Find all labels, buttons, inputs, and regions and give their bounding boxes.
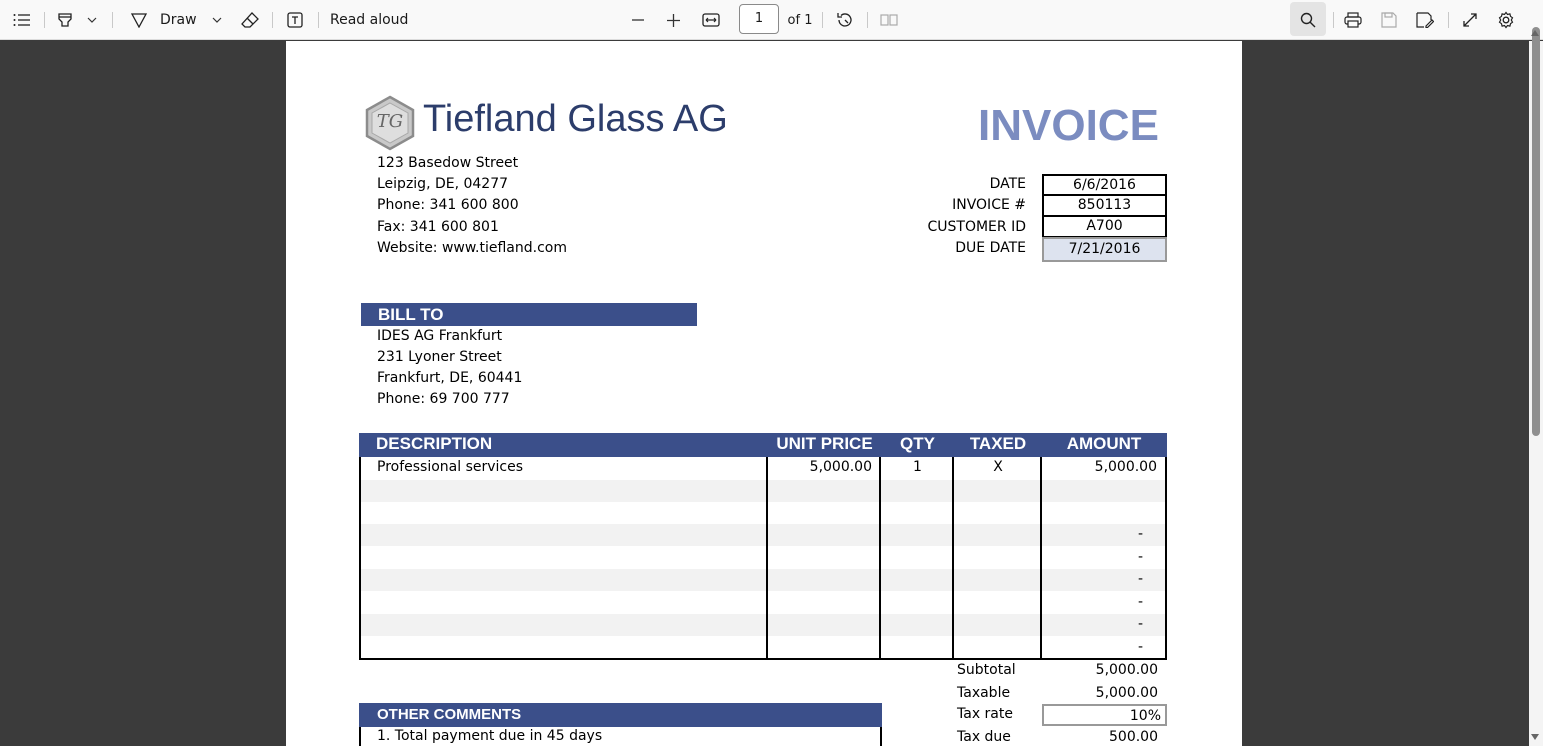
cell-amount: -	[1137, 571, 1143, 587]
meta-label-date: DATE	[989, 176, 1026, 192]
cell-unit-price: 5,000.00	[809, 459, 872, 475]
toolbar-separator	[1448, 12, 1449, 28]
highlight-icon[interactable]	[54, 0, 76, 40]
print-icon[interactable]	[1342, 0, 1364, 40]
totals-label-subtotal: Subtotal	[957, 662, 1016, 678]
toolbar-separator	[822, 12, 823, 28]
meta-label-invoice-number: INVOICE #	[952, 197, 1026, 213]
read-aloud-button[interactable]: Read aloud	[330, 0, 410, 40]
settings-icon[interactable]	[1495, 0, 1517, 40]
totals-value-taxable: 5,000.00	[1095, 685, 1158, 701]
meta-label-due-date: DUE DATE	[955, 240, 1026, 256]
fit-width-icon[interactable]	[700, 0, 722, 40]
cell-taxed: X	[993, 459, 1003, 475]
page-total-label: of 1	[787, 12, 813, 28]
draw-button[interactable]: Draw	[130, 0, 210, 40]
toolbar-separator	[112, 12, 113, 28]
company-logo: TG	[364, 95, 416, 155]
contents-icon[interactable]	[10, 0, 34, 40]
bill-to-phone: Phone: 69 700 777	[377, 391, 510, 407]
col-header-description: DESCRIPTION	[376, 434, 493, 453]
table-border	[952, 457, 954, 660]
comment-line: 1. Total payment due in 45 days	[377, 728, 603, 744]
toolbar-separator	[1333, 12, 1334, 28]
company-address-line: 123 Basedow Street	[377, 155, 519, 171]
toolbar-separator	[318, 12, 319, 28]
table-border	[766, 457, 768, 660]
zoom-out-icon[interactable]	[628, 0, 648, 40]
fullscreen-icon[interactable]	[1460, 0, 1480, 40]
toolbar-separator	[272, 12, 273, 28]
search-icon[interactable]	[1297, 0, 1319, 40]
eraser-icon[interactable]	[239, 0, 261, 40]
page-number-input[interactable]: 1	[739, 4, 779, 34]
toolbar-separator	[867, 12, 868, 28]
two-page-icon[interactable]	[878, 0, 900, 40]
save-icon[interactable]	[1378, 0, 1400, 40]
cell-amount: -	[1137, 549, 1143, 565]
meta-value-date: 6/6/2016	[1042, 174, 1167, 195]
zoom-in-icon[interactable]	[663, 0, 683, 40]
cell-description: Professional services	[377, 459, 524, 475]
table-border	[879, 457, 881, 660]
meta-label-customer-id: CUSTOMER ID	[927, 219, 1027, 235]
scroll-up-arrow-icon[interactable]	[1531, 30, 1539, 36]
table-border	[359, 457, 361, 660]
bill-to-header: BILL TO	[361, 303, 697, 326]
table-row-stripe	[360, 480, 1165, 502]
company-fax: Fax: 341 600 801	[377, 219, 499, 235]
totals-value-tax-rate: 10%	[1042, 704, 1167, 726]
scroll-down-arrow-icon[interactable]	[1531, 734, 1539, 740]
pdf-toolbar: Draw Read aloud 1 of 1	[0, 0, 1543, 40]
bill-to-line: IDES AG Frankfurt	[377, 328, 503, 344]
company-website: Website: www.tiefland.com	[377, 240, 567, 256]
cell-amount: -	[1137, 639, 1143, 655]
company-address-line: Leipzig, DE, 04277	[377, 176, 509, 192]
scrollbar-thumb[interactable]	[1532, 27, 1540, 436]
col-header-taxed: TAXED	[969, 434, 1027, 453]
meta-value-due-date: 7/21/2016	[1042, 237, 1167, 262]
cell-amount: -	[1137, 526, 1143, 542]
rotate-icon[interactable]	[834, 0, 856, 40]
toolbar-separator	[44, 12, 45, 28]
items-table: DESCRIPTION UNIT PRICE QTY TAXED AMOUNT …	[359, 433, 1167, 660]
col-header-amount: AMOUNT	[1066, 434, 1142, 453]
col-header-qty: QTY	[900, 434, 935, 453]
totals-label-tax-due: Tax due	[957, 729, 1011, 745]
cell-amount: 5,000.00	[1094, 459, 1157, 475]
text-box-icon[interactable]	[284, 0, 306, 40]
other-comments-header: OTHER COMMENTS	[359, 703, 882, 727]
save-as-icon[interactable]	[1414, 0, 1436, 40]
meta-value-customer-id: A700	[1042, 216, 1167, 237]
table-border	[1165, 457, 1167, 660]
chevron-down-icon[interactable]	[209, 0, 225, 40]
pdf-page: TG Tiefland Glass AG 123 Basedow Street …	[286, 41, 1242, 746]
bill-to-line: 231 Lyoner Street	[377, 349, 502, 365]
totals-value-subtotal: 5,000.00	[1095, 662, 1158, 678]
read-aloud-label: Read aloud	[330, 12, 409, 28]
company-name: Tiefland Glass AG	[423, 98, 728, 140]
cell-qty: 1	[913, 459, 922, 475]
col-header-unit-price: UNIT PRICE	[776, 434, 873, 453]
table-header-row: DESCRIPTION UNIT PRICE QTY TAXED AMOUNT	[359, 433, 1167, 457]
meta-value-invoice-number: 850113	[1042, 195, 1167, 216]
table-border	[359, 658, 1167, 660]
invoice-title: INVOICE	[978, 101, 1159, 150]
logo-monogram: TG	[376, 111, 404, 132]
totals-label-taxable: Taxable	[957, 685, 1011, 701]
vertical-scrollbar[interactable]	[1529, 27, 1543, 746]
draw-label: Draw	[160, 12, 197, 28]
totals-value-tax-due: 500.00	[1109, 729, 1158, 745]
bill-to-line: Frankfurt, DE, 60441	[377, 370, 523, 386]
cell-amount: -	[1137, 594, 1143, 610]
cell-amount: -	[1137, 616, 1143, 632]
draw-icon	[130, 12, 148, 28]
chevron-down-icon[interactable]	[84, 0, 100, 40]
company-phone: Phone: 341 600 800	[377, 197, 519, 213]
totals-label-tax-rate: Tax rate	[957, 706, 1013, 722]
